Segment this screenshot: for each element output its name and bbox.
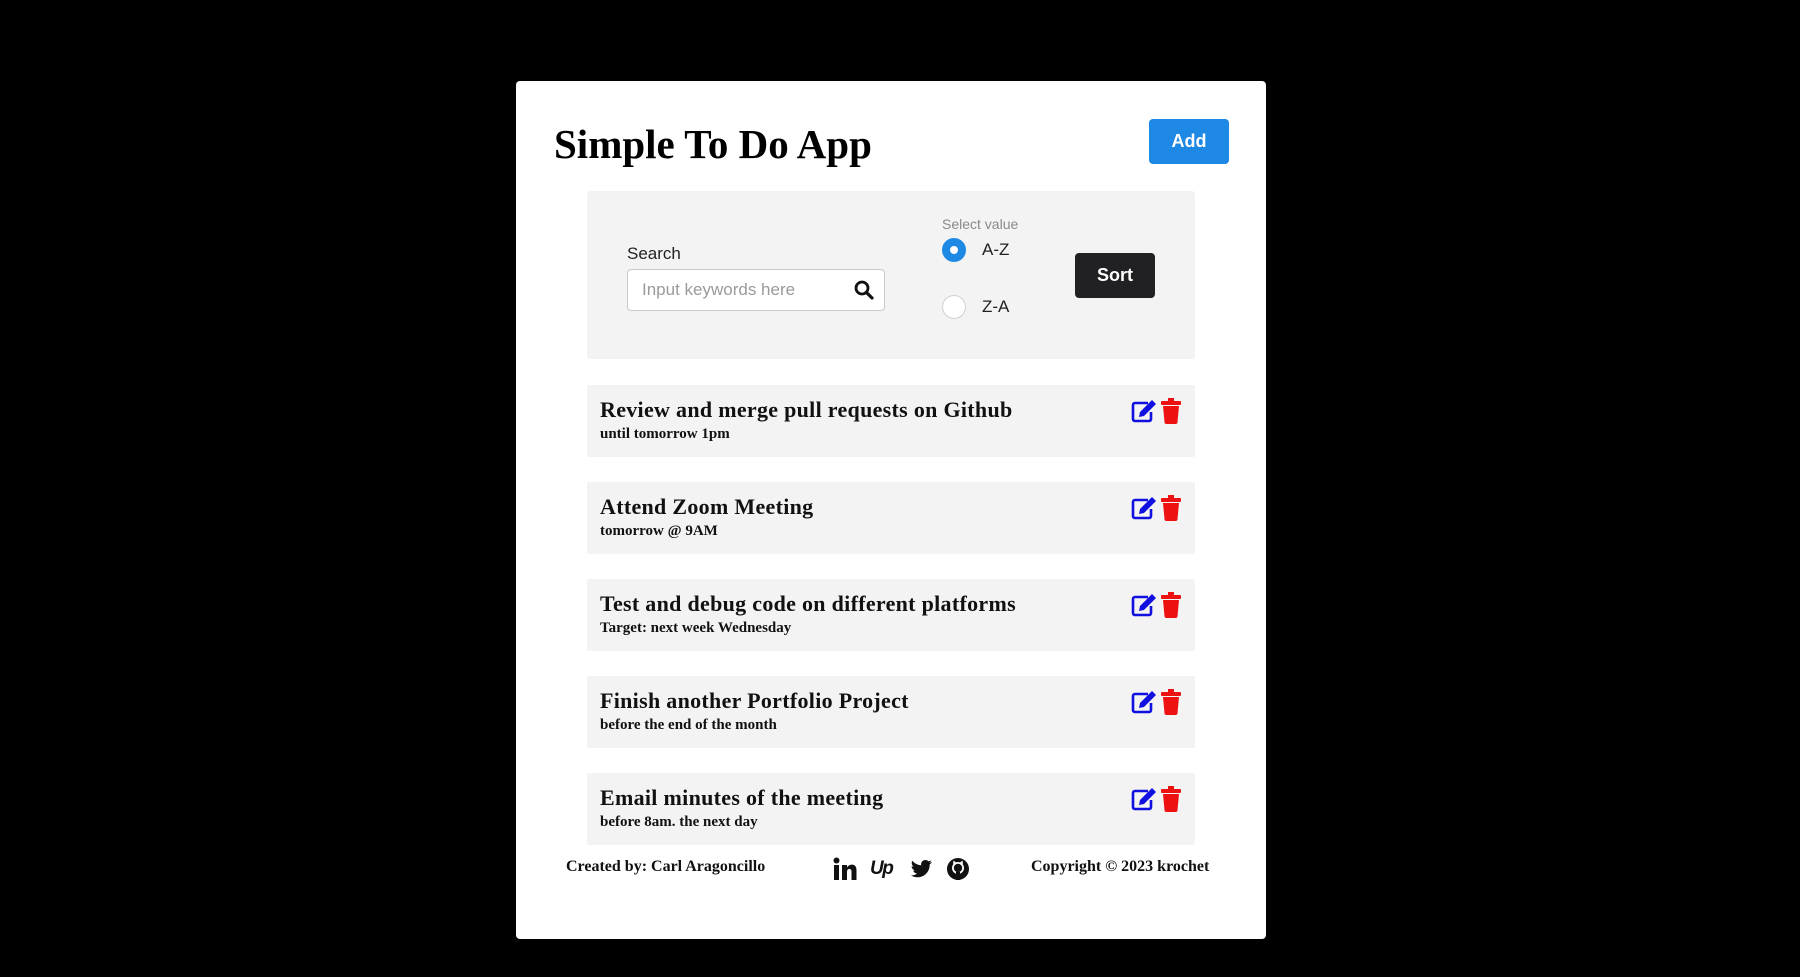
task-item: Finish another Portfolio Project before … xyxy=(587,676,1195,748)
sort-option-az[interactable]: A-Z xyxy=(942,236,1009,264)
search-label: Search xyxy=(627,244,681,263)
task-item: Review and merge pull requests on Github… xyxy=(587,385,1195,457)
delete-icon[interactable] xyxy=(1161,592,1181,618)
delete-icon[interactable] xyxy=(1161,689,1181,715)
search-field[interactable] xyxy=(627,269,885,311)
radio-za[interactable] xyxy=(942,295,966,319)
delete-icon[interactable] xyxy=(1161,495,1181,521)
twitter-icon[interactable] xyxy=(909,857,933,881)
edit-icon[interactable] xyxy=(1131,399,1157,423)
search-icon[interactable] xyxy=(854,280,874,300)
edit-icon[interactable] xyxy=(1131,787,1157,811)
radio-az-label: A-Z xyxy=(982,240,1010,259)
task-detail: Target: next week Wednesday xyxy=(600,620,792,636)
task-item: Attend Zoom Meeting tomorrow @ 9AM xyxy=(587,482,1195,554)
task-title: Test and debug code on different platfor… xyxy=(600,591,1016,616)
task-title: Email minutes of the meeting xyxy=(600,785,884,810)
task-detail: before the end of the month xyxy=(600,717,777,733)
task-detail: until tomorrow 1pm xyxy=(600,426,730,442)
upwork-icon[interactable]: Up xyxy=(870,857,894,881)
delete-icon[interactable] xyxy=(1161,398,1181,424)
delete-icon[interactable] xyxy=(1161,786,1181,812)
sort-legend: Select value xyxy=(942,216,1019,232)
sort-button[interactable]: Sort xyxy=(1075,253,1155,298)
created-by-text: Created by: Carl Aragoncillo xyxy=(566,858,766,875)
task-title: Attend Zoom Meeting xyxy=(600,494,814,519)
upwork-logo-text: Up xyxy=(870,858,894,879)
task-detail: tomorrow @ 9AM xyxy=(600,523,718,539)
radio-za-label: Z-A xyxy=(982,297,1010,316)
linkedin-icon[interactable] xyxy=(833,857,857,881)
task-item: Test and debug code on different platfor… xyxy=(587,579,1195,651)
edit-icon[interactable] xyxy=(1131,496,1157,520)
todo-card: Simple To Do App Add Search Select value… xyxy=(516,81,1266,939)
copyright-text: Copyright © 2023 krochet xyxy=(1031,858,1210,875)
edit-icon[interactable] xyxy=(1131,690,1157,714)
task-title: Review and merge pull requests on Github xyxy=(600,397,1013,422)
edit-icon[interactable] xyxy=(1131,593,1157,617)
sort-option-za[interactable]: Z-A xyxy=(942,293,1009,321)
app-title: Simple To Do App xyxy=(554,121,872,167)
task-title: Finish another Portfolio Project xyxy=(600,688,909,713)
add-button[interactable]: Add xyxy=(1149,119,1229,164)
search-input[interactable] xyxy=(642,270,842,310)
task-detail: before 8am. the next day xyxy=(600,814,758,830)
radio-az[interactable] xyxy=(942,238,966,262)
task-item: Email minutes of the meeting before 8am.… xyxy=(587,773,1195,845)
filter-panel: Search Select value A-Z Z-A Sort xyxy=(587,191,1195,359)
github-icon[interactable] xyxy=(946,857,970,881)
